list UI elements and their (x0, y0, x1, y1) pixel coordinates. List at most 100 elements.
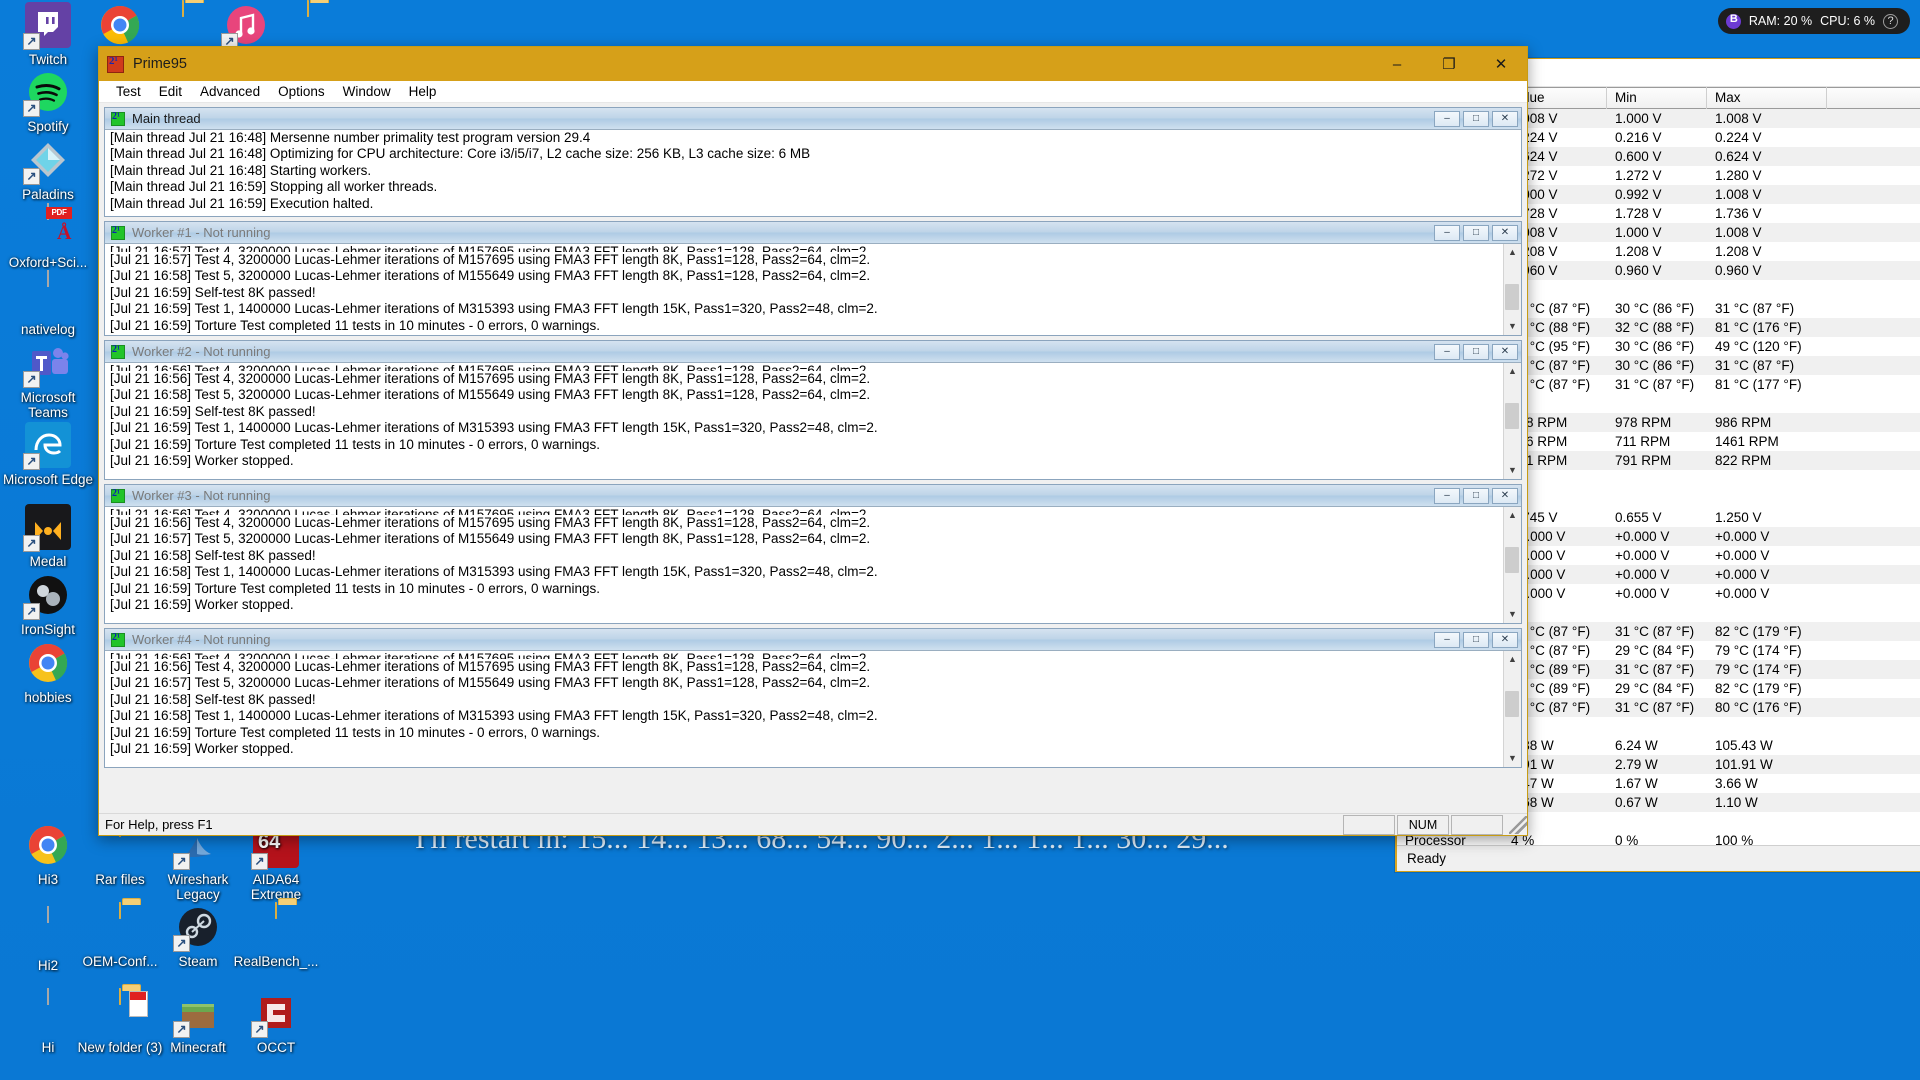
icon-label: hobbies (24, 690, 72, 705)
mdi-child-window[interactable]: Worker #2 - Not running –□✕ [Jul 21 16:56]… (104, 340, 1522, 480)
worker-log[interactable]: [Jul 21 16:56] Test 4, 3200000 Lucas-Leh… (105, 650, 1521, 767)
mdi-close-button[interactable]: ✕ (1492, 631, 1518, 648)
close-button[interactable]: ✕ (1475, 47, 1527, 81)
desktop-icon-occt[interactable]: OCCT (228, 990, 324, 1056)
desktop-icon-ironsight[interactable]: IronSight (0, 572, 96, 638)
mdi-titlebar[interactable]: Worker #1 - Not running –□✕ (105, 222, 1521, 243)
menu-item-edit[interactable]: Edit (150, 81, 191, 103)
mdi-titlebar[interactable]: Main thread –□✕ (105, 108, 1521, 129)
mdi-restore-button[interactable]: □ (1463, 487, 1489, 504)
icon-label: AIDA64 Extreme (250, 872, 302, 902)
mdi-close-button[interactable]: ✕ (1492, 110, 1518, 127)
scroll-up-arrow-icon[interactable]: ▲ (1504, 244, 1522, 261)
mdi-child-window[interactable]: Worker #3 - Not running –□✕ [Jul 21 16:56]… (104, 484, 1522, 624)
desktop-icon-paladins[interactable]: Paladins (0, 137, 96, 203)
mdi-minimize-button[interactable]: – (1434, 631, 1460, 648)
log-vertical-scrollbar[interactable]: ▲ ▼ (1503, 363, 1521, 479)
mdi-child-window[interactable]: Worker #1 - Not running –□✕ [Jul 21 16:57]… (104, 221, 1522, 336)
log-line-partial: [Jul 21 16:56] Test 4, 3200000 Lucas-Leh… (110, 363, 871, 371)
maximize-button[interactable]: ❐ (1423, 47, 1475, 81)
desktop-icon-microsoft-edge[interactable]: Microsoft Edge (0, 422, 96, 488)
worker-log-clip: [Jul 21 16:56] Test 4, 3200000 Lucas-Leh… (110, 507, 1499, 623)
menu-item-advanced[interactable]: Advanced (191, 81, 269, 103)
scroll-up-arrow-icon[interactable]: ▲ (1504, 507, 1522, 524)
minimize-button[interactable]: – (1371, 47, 1423, 81)
mdi-restore-button[interactable]: □ (1463, 110, 1489, 127)
mdi-minimize-button[interactable]: – (1434, 487, 1460, 504)
desktop-icon-oxford-pdf[interactable]: PDF Å Oxford+Sci... (0, 203, 96, 271)
resize-grip[interactable] (1509, 815, 1527, 834)
column-header-max[interactable]: Max (1707, 87, 1827, 109)
mdi-child-window[interactable]: Main thread –□✕ [Main thread Jul 21 16:48]… (104, 107, 1522, 217)
menu-item-help[interactable]: Help (400, 81, 446, 103)
mdi-window-controls[interactable]: – □ ✕ (1431, 487, 1521, 504)
pdf-icon: PDF Å (25, 203, 72, 251)
desktop-icon-spotify[interactable]: Spotify (0, 69, 96, 135)
prime95-window[interactable]: Prime95 – ❐ ✕ Test Edit Advanced Options… (98, 46, 1528, 836)
worker-log[interactable]: [Jul 21 16:56] Test 4, 3200000 Lucas-Leh… (105, 362, 1521, 479)
menu-item-test[interactable]: Test (107, 81, 150, 103)
cell-max: 82 °C (179 °F) (1715, 681, 1802, 696)
mdi-window-controls[interactable]: – □ ✕ (1431, 343, 1521, 360)
mdi-titlebar[interactable]: Worker #4 - Not running –□✕ (105, 629, 1521, 650)
worker-log[interactable]: [Jul 21 16:57] Test 4, 3200000 Lucas-Leh… (105, 243, 1521, 335)
mdi-window-controls[interactable]: – □ ✕ (1431, 631, 1521, 648)
prime95-titlebar[interactable]: Prime95 – ❐ ✕ (99, 47, 1527, 81)
prime95-menubar[interactable]: Test Edit Advanced Options Window Help (99, 81, 1527, 103)
log-vertical-scrollbar[interactable]: ▲ ▼ (1503, 651, 1521, 767)
mdi-close-button[interactable]: ✕ (1492, 487, 1518, 504)
scroll-down-arrow-icon[interactable]: ▼ (1504, 750, 1522, 767)
cell-max: +0.000 V (1715, 586, 1770, 601)
mdi-minimize-button[interactable]: – (1434, 224, 1460, 241)
cell-max: +0.000 V (1715, 548, 1770, 563)
folder-icon (253, 902, 299, 950)
shortcut-overlay-icon (251, 1021, 268, 1038)
desktop-icon-realbench[interactable]: RealBench_... (228, 902, 324, 970)
mdi-restore-button[interactable]: □ (1463, 631, 1489, 648)
shortcut-overlay-icon (251, 853, 268, 870)
mdi-minimize-button[interactable]: – (1434, 343, 1460, 360)
cell-max: 0.960 V (1715, 263, 1762, 278)
worker-log[interactable]: [Main thread Jul 21 16:48] Mersenne numb… (105, 129, 1521, 216)
desktop-icon-twitch[interactable]: Twitch (0, 2, 96, 68)
cell-max: 31 °C (87 °F) (1715, 358, 1795, 373)
menu-item-window[interactable]: Window (334, 81, 400, 103)
desktop-icon-microsoft-teams[interactable]: Microsoft Teams (0, 340, 96, 420)
system-monitor-widget[interactable]: RAM: 20 % CPU: 6 % ? (1717, 8, 1910, 34)
log-vertical-scrollbar[interactable]: ▲ ▼ (1503, 507, 1521, 623)
mdi-titlebar[interactable]: Worker #2 - Not running –□✕ (105, 341, 1521, 362)
scroll-down-arrow-icon[interactable]: ▼ (1504, 606, 1522, 623)
mdi-restore-button[interactable]: □ (1463, 343, 1489, 360)
cell-min: 1.000 V (1615, 111, 1662, 126)
prime95-mdi-area[interactable]: Main thread–□✕[Main thread Jul 21 16:48]… (99, 103, 1527, 813)
scrollbar-thumb[interactable] (1505, 547, 1519, 573)
scroll-up-arrow-icon[interactable]: ▲ (1504, 651, 1522, 668)
log-line: [Jul 21 16:59] Self-test 8K passed! (110, 403, 316, 419)
cell-max: +0.000 V (1715, 529, 1770, 544)
log-vertical-scrollbar[interactable]: ▲ ▼ (1503, 244, 1521, 335)
icon-label: Microsoft Teams (20, 390, 76, 420)
mdi-titlebar[interactable]: Worker #3 - Not running –□✕ (105, 485, 1521, 506)
scrollbar-thumb[interactable] (1505, 691, 1519, 717)
help-icon[interactable]: ? (1883, 13, 1898, 29)
column-header-min[interactable]: Min (1607, 87, 1707, 109)
mdi-close-button[interactable]: ✕ (1492, 224, 1518, 241)
worker-log[interactable]: [Jul 21 16:56] Test 4, 3200000 Lucas-Leh… (105, 506, 1521, 623)
scrollbar-thumb[interactable] (1505, 284, 1519, 310)
document-icon (25, 906, 71, 954)
scrollbar-thumb[interactable] (1505, 403, 1519, 429)
scroll-up-arrow-icon[interactable]: ▲ (1504, 363, 1522, 380)
desktop-icon-medal[interactable]: Medal (0, 504, 96, 570)
desktop-icon-hobbies[interactable]: hobbies (0, 640, 96, 706)
scroll-down-arrow-icon[interactable]: ▼ (1504, 318, 1522, 335)
mdi-minimize-button[interactable]: – (1434, 110, 1460, 127)
scroll-down-arrow-icon[interactable]: ▼ (1504, 462, 1522, 479)
mdi-close-button[interactable]: ✕ (1492, 343, 1518, 360)
mdi-window-controls[interactable]: – □ ✕ (1431, 224, 1521, 241)
mdi-child-window[interactable]: Worker #4 - Not running –□✕ [Jul 21 16:56]… (104, 628, 1522, 768)
window-controls[interactable]: – ❐ ✕ (1371, 47, 1527, 81)
mdi-restore-button[interactable]: □ (1463, 224, 1489, 241)
mdi-window-controls[interactable]: – □ ✕ (1431, 110, 1521, 127)
menu-item-options[interactable]: Options (269, 81, 334, 103)
desktop-icon-nativelog[interactable]: nativelog (0, 270, 96, 338)
